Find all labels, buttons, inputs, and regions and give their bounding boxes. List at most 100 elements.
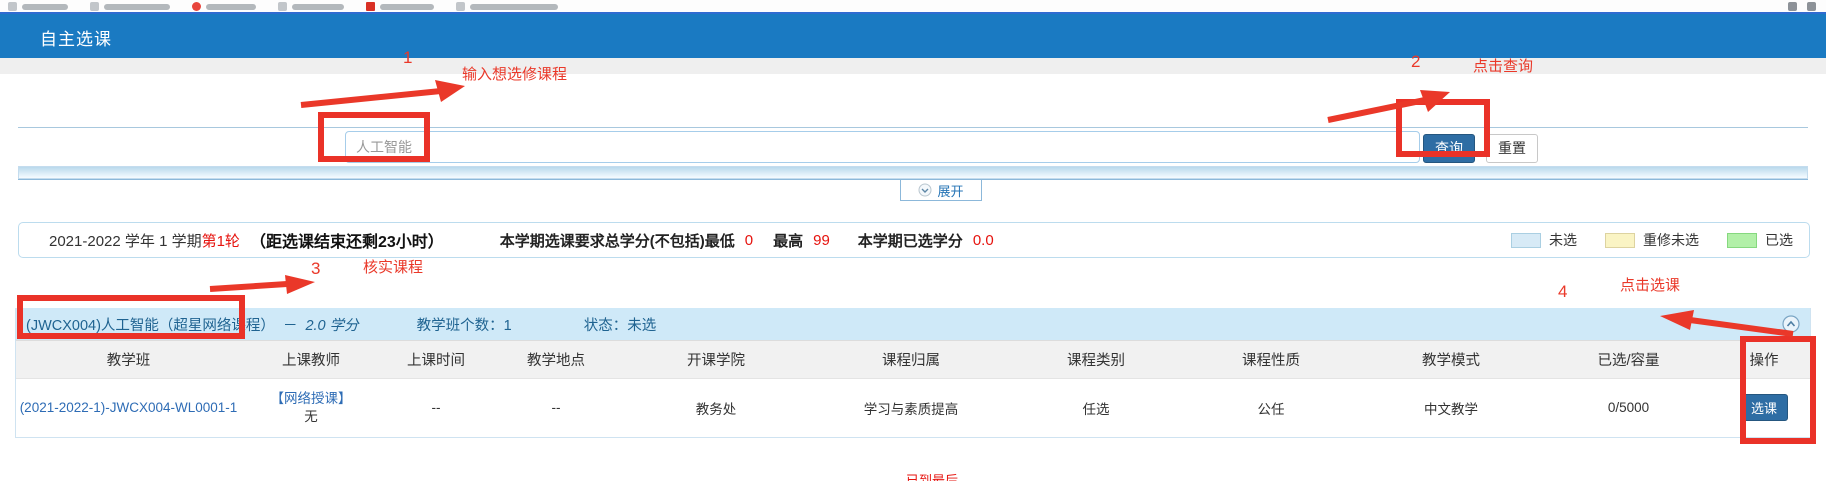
teaching-mode: 中文教学 — [1361, 379, 1541, 437]
class-place: -- — [491, 379, 621, 437]
legend-label: 已选 — [1765, 230, 1793, 250]
credit-max-label: 最高 — [773, 230, 803, 251]
class-count: 教学班个数：1 — [417, 314, 512, 335]
legend-selected: 已选 — [1727, 230, 1793, 250]
query-button[interactable]: 查询 — [1423, 134, 1475, 163]
online-teaching-tag: 【网络授课】 — [241, 390, 381, 408]
selected-credits-value: 0.0 — [973, 232, 994, 249]
semester-info-panel: 2021-2022 学年 1 学期第1轮 （距选课结束还剩23小时） 本学期选课… — [18, 222, 1810, 258]
select-course-button[interactable]: 选课 — [1740, 394, 1788, 421]
col-header-college: 开课学院 — [621, 341, 811, 379]
course-dash: － — [283, 314, 298, 335]
status-legend: 未选 重修未选 已选 — [1511, 230, 1793, 250]
bookmark-item[interactable] — [456, 2, 558, 11]
credit-max-value: 99 — [813, 232, 830, 249]
page-title: 自主选课 — [40, 25, 112, 50]
table-header-row: 教学班 上课教师 上课时间 教学地点 开课学院 课程归属 课程类别 课程性质 教… — [16, 341, 1812, 379]
bookmark-item[interactable] — [366, 2, 434, 11]
col-header-action: 操作 — [1716, 341, 1812, 379]
unselected-swatch — [1511, 233, 1541, 248]
legend-label: 重修未选 — [1643, 230, 1699, 250]
red-square-favicon — [366, 2, 375, 11]
arrow-to-query-button — [1322, 84, 1462, 126]
arrow-to-course-bar — [205, 272, 320, 298]
bookmark-item[interactable] — [90, 2, 170, 11]
legend-retake: 重修未选 — [1605, 230, 1699, 250]
credit-min-value: 0 — [745, 232, 753, 249]
round-text: 第1轮 — [202, 230, 240, 251]
selected-swatch — [1727, 233, 1757, 248]
browser-toolbar-icons — [1788, 2, 1816, 11]
col-header-class: 教学班 — [16, 341, 241, 379]
expand-label: 展开 — [937, 181, 963, 200]
class-table: 教学班 上课教师 上课时间 教学地点 开课学院 课程归属 课程类别 课程性质 教… — [16, 340, 1812, 437]
class-college: 教务处 — [621, 379, 811, 437]
end-of-list-note: 已到最后 — [906, 470, 958, 481]
course-title: (JWCX004)人工智能（超星网络课程） — [26, 314, 275, 335]
course-search-input[interactable] — [345, 131, 1420, 163]
folder-icon — [278, 2, 287, 11]
capacity: 0/5000 — [1541, 379, 1716, 437]
course-selection-page: 自主选课 查询 重置 展开 2021-2022 学年 1 学期第1轮 （距选课结… — [0, 0, 1826, 481]
col-header-time: 上课时间 — [381, 341, 491, 379]
table-row: (2021-2022-1)-JWCX004-WL0001-1 【网络授课】 无 … — [16, 379, 1812, 437]
bookmark-icon — [456, 2, 465, 11]
red-dot-favicon — [192, 2, 201, 11]
annotation-label-3: 核实课程 — [363, 256, 423, 277]
col-header-mode: 教学模式 — [1361, 341, 1541, 379]
annotation-step-number-3: 3 — [311, 259, 320, 279]
course-belong: 学习与素质提高 — [811, 379, 1011, 437]
folder-icon — [90, 2, 99, 11]
course-category: 任选 — [1011, 379, 1181, 437]
annotation-step-number-1: 1 — [403, 48, 412, 68]
term-text: 2021-2022 学年 1 学期 — [49, 230, 202, 251]
credit-requirement-label: 本学期选课要求总学分(不包括)最低 — [500, 230, 735, 251]
annotation-label-1: 输入想选修课程 — [462, 63, 567, 84]
annotation-step-number-2: 2 — [1411, 52, 1420, 72]
legend-unselected: 未选 — [1511, 230, 1577, 250]
arrow-to-search-input — [293, 78, 473, 110]
legend-label: 未选 — [1549, 230, 1577, 250]
annotation-label-2: 点击查询 — [1473, 55, 1533, 76]
col-header-belong: 课程归属 — [811, 341, 1011, 379]
bookmark-item[interactable] — [278, 2, 344, 11]
countdown-text: （距选课结束还剩23小时） — [250, 228, 444, 252]
chevron-down-icon — [918, 183, 932, 197]
bookmark-icon — [8, 2, 17, 11]
annotation-step-number-4: 4 — [1558, 282, 1567, 302]
bookmark-item[interactable] — [8, 2, 68, 11]
browser-bookmarks-bar — [0, 0, 1826, 12]
collapsed-filter-bar — [18, 166, 1808, 179]
class-time: -- — [381, 379, 491, 437]
bookmark-label — [104, 4, 170, 10]
menu-icon[interactable] — [1807, 2, 1816, 11]
retake-swatch — [1605, 233, 1635, 248]
class-id-link[interactable]: (2021-2022-1)-JWCX004-WL0001-1 — [20, 400, 238, 415]
col-header-teacher: 上课教师 — [241, 341, 381, 379]
app-header: 自主选课 — [0, 12, 1826, 58]
downloads-icon[interactable] — [1788, 2, 1797, 11]
filter-panel-border — [18, 127, 1808, 128]
col-header-capacity: 已选/容量 — [1541, 341, 1716, 379]
chevron-up-circle-icon[interactable] — [1782, 315, 1800, 333]
bookmark-label — [206, 4, 256, 10]
bookmark-label — [22, 4, 68, 10]
sub-header-strip — [0, 58, 1826, 74]
teacher-name: 无 — [241, 408, 381, 426]
bookmark-label — [470, 4, 558, 10]
bookmark-item[interactable] — [192, 2, 256, 11]
selected-credits-label: 本学期已选学分 — [858, 230, 963, 251]
course-status: 状态：未选 — [584, 314, 657, 335]
reset-button[interactable]: 重置 — [1486, 134, 1538, 163]
course-nature: 公任 — [1181, 379, 1361, 437]
course-result-section: (JWCX004)人工智能（超星网络课程） － 2.0 学分 教学班个数：1 状… — [15, 308, 1811, 438]
expand-toggle[interactable]: 展开 — [900, 179, 982, 201]
course-header-bar[interactable]: (JWCX004)人工智能（超星网络课程） － 2.0 学分 教学班个数：1 状… — [16, 308, 1810, 340]
course-credits: 2.0 学分 — [305, 314, 358, 335]
bookmark-label — [292, 4, 344, 10]
bookmark-label — [380, 4, 434, 10]
annotation-label-4: 点击选课 — [1620, 274, 1680, 295]
col-header-nature: 课程性质 — [1181, 341, 1361, 379]
col-header-category: 课程类别 — [1011, 341, 1181, 379]
col-header-place: 教学地点 — [491, 341, 621, 379]
